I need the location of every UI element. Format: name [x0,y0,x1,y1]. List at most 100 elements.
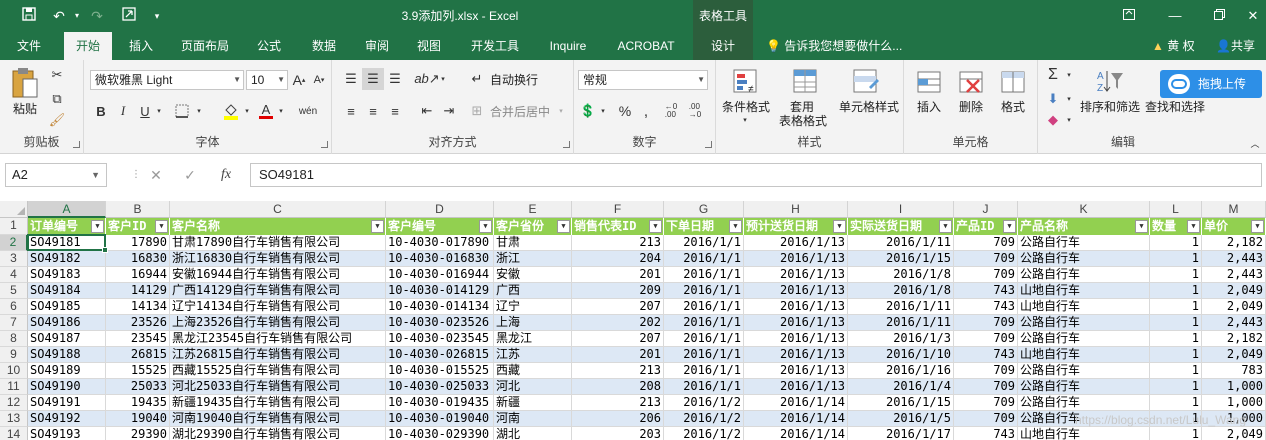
table-cell[interactable]: 2,443 [1202,267,1266,283]
borders-icon[interactable] [170,100,194,122]
format-as-table-icon[interactable] [788,64,824,100]
shrink-font-icon[interactable]: A ▾ [310,70,328,90]
table-cell[interactable]: 14129 [106,283,170,299]
table-cell[interactable]: 2016/1/14 [744,427,848,440]
column-header-d[interactable]: D [386,201,494,218]
restore-icon[interactable] [1196,0,1242,32]
worksheet-grid[interactable]: A B C D E F G H I J K L M 1 订单编号 ▼ 客户ID ▼ 客户名称 ▼ 客户编号 ▼ 客户省份 ▼ 销… [0,201,1266,440]
table-cell[interactable]: 743 [954,283,1018,299]
table-cell[interactable]: 2016/1/8 [848,267,954,283]
table-cell[interactable]: SO49187 [28,331,106,347]
table-cell[interactable]: 2016/1/5 [848,411,954,427]
table-cell[interactable]: 2016/1/13 [744,363,848,379]
row-header[interactable]: 4 [0,267,28,283]
table-cell[interactable]: 1 [1150,299,1202,315]
table-cell[interactable]: 黑龙江23545自行车销售有限公司 [170,331,386,347]
table-cell[interactable]: 213 [572,235,664,251]
font-name-select[interactable]: 微软雅黑 Light ▼ [90,70,244,90]
table-cell[interactable]: SO49192 [28,411,106,427]
table-cell[interactable]: 2016/1/8 [848,283,954,299]
table-cell[interactable]: 709 [954,251,1018,267]
table-cell[interactable]: 2016/1/16 [848,363,954,379]
table-cell[interactable]: 10-4030-017890 [386,235,494,251]
table-cell[interactable]: 2,049 [1202,427,1266,440]
table-cell[interactable]: 2,049 [1202,347,1266,363]
table-cell[interactable]: 2016/1/1 [664,283,744,299]
tab-acrobat[interactable]: ACROBAT [608,32,684,60]
table-cell[interactable]: 10-4030-025033 [386,379,494,395]
sort-filter-icon[interactable]: AZ [1092,64,1128,100]
number-format-select[interactable]: 常规 ▼ [578,70,708,90]
decrease-indent-icon[interactable]: ⇤ [416,100,438,122]
filter-dropdown-icon[interactable]: ▼ [1003,220,1016,233]
phonetic-guide-icon[interactable]: wén [296,100,320,122]
tab-formulas[interactable]: 公式 [246,32,292,60]
delete-cells-button[interactable]: 删除 [952,100,990,114]
table-cell[interactable]: 安徽16944自行车销售有限公司 [170,267,386,283]
table-cell[interactable]: 公路自行车 [1018,267,1150,283]
table-cell[interactable]: 207 [572,331,664,347]
table-cell[interactable]: 2016/1/2 [664,395,744,411]
user-account[interactable]: ▲ 黄 权 [1152,32,1195,60]
align-left-icon[interactable]: ≡ [340,100,362,122]
active-cell-cursor[interactable] [27,234,106,251]
align-top-icon[interactable]: ☰ [340,68,362,90]
table-cell[interactable]: 广西14129自行车销售有限公司 [170,283,386,299]
row-header[interactable]: 2 [0,235,28,251]
format-cells-icon[interactable] [996,64,1030,100]
table-cell[interactable]: 山地自行车 [1018,427,1150,440]
align-middle-icon[interactable]: ☰ [362,68,384,90]
row-header[interactable]: 1 [0,218,28,235]
table-cell[interactable]: 2,443 [1202,315,1266,331]
table-cell[interactable]: SO49188 [28,347,106,363]
tab-insert[interactable]: 插入 [118,32,164,60]
table-cell[interactable]: SO49184 [28,283,106,299]
cond-dropdown-icon[interactable]: ▾ [740,114,750,126]
close-icon[interactable]: ✕ [1240,0,1266,32]
table-cell[interactable]: 10-4030-014129 [386,283,494,299]
table-cell[interactable]: 1 [1150,347,1202,363]
tab-page-layout[interactable]: 页面布局 [170,32,240,60]
table-cell[interactable]: 10-4030-023526 [386,315,494,331]
column-header-h[interactable]: H [744,201,848,218]
sort-filter-button[interactable]: 排序和筛选 [1078,100,1142,114]
align-bottom-icon[interactable]: ☰ [384,68,406,90]
table-cell[interactable]: 浙江 [494,251,572,267]
font-color-dropdown-icon[interactable]: ▾ [276,100,286,122]
table-cell[interactable]: 10-4030-014134 [386,299,494,315]
table-cell[interactable]: 公路自行车 [1018,331,1150,347]
table-cell[interactable]: 2016/1/1 [664,235,744,251]
row-header[interactable]: 10 [0,363,28,379]
tab-inquire[interactable]: Inquire [538,32,598,60]
underline-icon[interactable]: U [136,100,154,122]
table-cell[interactable]: 15525 [106,363,170,379]
row-header[interactable]: 6 [0,299,28,315]
table-cell[interactable]: 公路自行车 [1018,379,1150,395]
table-cell[interactable]: 213 [572,395,664,411]
autosum-dropdown-icon[interactable]: ▾ [1064,64,1074,86]
row-header[interactable]: 14 [0,427,28,440]
cut-icon[interactable]: ✂ [46,64,68,86]
table-cell[interactable]: 2016/1/13 [744,379,848,395]
table-cell[interactable]: 743 [954,299,1018,315]
column-header-b[interactable]: B [106,201,170,218]
table-cell[interactable]: 湖北29390自行车销售有限公司 [170,427,386,440]
table-cell[interactable]: 213 [572,363,664,379]
table-cell[interactable]: 2016/1/2 [664,427,744,440]
table-cell[interactable]: 1 [1150,331,1202,347]
wrap-text-button[interactable]: 自动换行 [490,71,538,89]
table-cell[interactable]: 湖北 [494,427,572,440]
filter-dropdown-icon[interactable]: ▼ [833,220,846,233]
format-as-table-label2[interactable]: 表格格式 [768,114,838,128]
table-cell[interactable]: 201 [572,267,664,283]
tab-developer[interactable]: 开发工具 [460,32,530,60]
table-cell[interactable]: SO49182 [28,251,106,267]
row-header[interactable]: 5 [0,283,28,299]
table-cell[interactable]: 甘肃17890自行车销售有限公司 [170,235,386,251]
copy-icon[interactable]: ⧉ [46,88,68,110]
column-header-c[interactable]: C [170,201,386,218]
filter-dropdown-icon[interactable]: ▼ [371,220,384,233]
table-cell[interactable]: SO49186 [28,315,106,331]
filter-dropdown-icon[interactable]: ▼ [91,220,104,233]
tab-view[interactable]: 视图 [406,32,452,60]
